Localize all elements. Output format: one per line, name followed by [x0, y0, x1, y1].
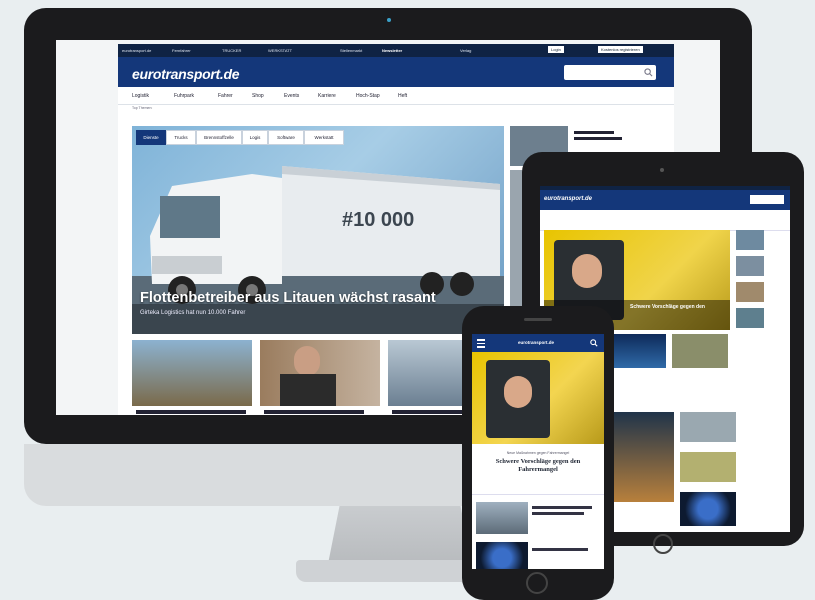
- tablet-hero-headline[interactable]: Schwere Vorschläge gegen den: [630, 304, 705, 310]
- tablet-article-thumb[interactable]: [680, 452, 736, 482]
- article-thumb[interactable]: [132, 340, 252, 406]
- monitor-stand-neck: [328, 506, 472, 564]
- tablet-teaser[interactable]: [736, 282, 764, 302]
- login-button[interactable]: Login: [548, 46, 564, 53]
- phone-kicker: Neue Maßnahmen gegen Fahrermangel: [506, 451, 570, 455]
- phone-logo[interactable]: eurotransport.de: [518, 340, 554, 345]
- monitor-camera: [387, 18, 391, 22]
- phone-article-thumb[interactable]: [476, 542, 528, 569]
- phone-article-title[interactable]: [532, 506, 592, 509]
- phone-headline[interactable]: Schwere Vorschläge gegen den Fahrermange…: [480, 458, 596, 474]
- article-title[interactable]: [136, 410, 246, 414]
- tablet-home-button[interactable]: [653, 534, 673, 554]
- nav-item[interactable]: Shop: [252, 93, 264, 99]
- tablet-teaser[interactable]: [736, 230, 764, 250]
- main-nav: Logistik Fuhrpark Fahrer Shop Events Kar…: [118, 87, 674, 105]
- tablet-article-thumb[interactable]: [610, 412, 674, 502]
- tablet-logo[interactable]: eurotransport.de: [544, 196, 592, 202]
- nav-item[interactable]: Fuhrpark: [174, 93, 194, 99]
- topbar-link[interactable]: Verlag: [460, 48, 471, 53]
- tablet-article-thumb[interactable]: [680, 412, 736, 442]
- tab-software[interactable]: Software: [268, 130, 304, 145]
- search-icon[interactable]: [590, 339, 598, 347]
- tab-werkstatt[interactable]: Werkstatt: [304, 130, 344, 145]
- nav-item[interactable]: Karriere: [318, 93, 336, 99]
- article-title[interactable]: [264, 410, 364, 414]
- topbar-link[interactable]: Newsletter: [382, 48, 402, 53]
- hero-headline[interactable]: Flottenbetreiber aus Litauen wächst rasa…: [140, 290, 436, 306]
- truck-lettering: #10 000: [342, 209, 414, 231]
- nav-item[interactable]: Logistik: [132, 93, 149, 99]
- tablet-article-thumb[interactable]: [610, 334, 666, 368]
- site-logo[interactable]: eurotransport.de: [132, 66, 240, 82]
- tablet-teaser[interactable]: [736, 256, 764, 276]
- category-tabs: Dienste Trucks Brennstoffzelle Logis Sof…: [136, 130, 356, 145]
- phone-speaker: [524, 318, 552, 321]
- phone-screen: eurotransport.de Neue Maßnahmen gegen Fa…: [472, 334, 604, 569]
- topbar-link[interactable]: Stellenmarkt: [340, 48, 362, 53]
- top-themen-label: Top Themen:: [132, 106, 153, 110]
- tablet-camera: [660, 168, 664, 172]
- tab-dienste[interactable]: Dienste: [136, 130, 166, 145]
- tab-brennstoffzelle[interactable]: Brennstoffzelle: [196, 130, 242, 145]
- phone-article-thumb[interactable]: [476, 502, 528, 534]
- article-thumb[interactable]: [260, 340, 380, 406]
- nav-item[interactable]: Events: [284, 93, 299, 99]
- search-icon[interactable]: [644, 68, 653, 77]
- tablet-search[interactable]: [750, 195, 784, 204]
- nav-item[interactable]: Hoch-Stap: [356, 93, 380, 99]
- nav-item[interactable]: Fahrer: [218, 93, 233, 99]
- tab-trucks[interactable]: Trucks: [166, 130, 196, 145]
- menu-icon[interactable]: [477, 339, 485, 348]
- tablet-article-thumb[interactable]: [680, 492, 736, 526]
- divider: [472, 494, 604, 495]
- hero-subline: Girteka Logistics hat nun 10.000 Fahrer: [140, 310, 246, 316]
- top-bar: eurotransport.de Fernfahrer TRUCKER WERK…: [118, 44, 674, 57]
- topbar-link[interactable]: Fernfahrer: [172, 48, 191, 53]
- phone-home-button[interactable]: [526, 572, 548, 594]
- tab-logis[interactable]: Logis: [242, 130, 268, 145]
- phone-article-title[interactable]: [532, 548, 588, 551]
- tablet-nav: [540, 210, 790, 231]
- register-button[interactable]: Kostenlos registrieren: [598, 46, 643, 53]
- search-input[interactable]: [564, 65, 656, 80]
- topbar-link[interactable]: TRUCKER: [222, 48, 241, 53]
- nav-item[interactable]: Heft: [398, 93, 407, 99]
- phone-hero-image[interactable]: [472, 352, 604, 444]
- topbar-link[interactable]: WERKSTATT: [268, 48, 292, 53]
- tablet-teaser[interactable]: [736, 308, 764, 328]
- topbar-link[interactable]: eurotransport.de: [122, 48, 151, 53]
- phone-article-title[interactable]: [532, 512, 584, 515]
- tablet-article-thumb[interactable]: [672, 334, 728, 368]
